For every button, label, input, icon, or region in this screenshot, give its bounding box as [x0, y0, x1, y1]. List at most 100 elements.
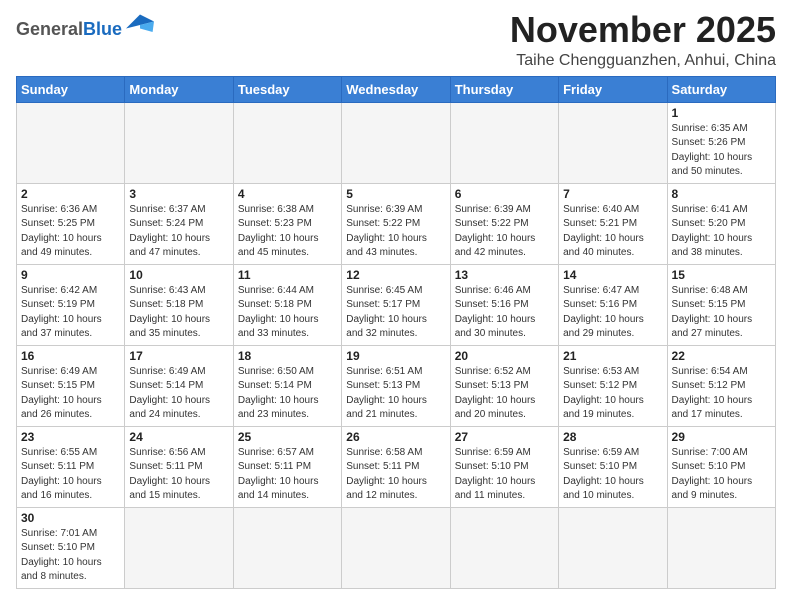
- day-info: Sunrise: 6:38 AMSunset: 5:23 PMDaylight:…: [238, 203, 337, 261]
- day-number: 17: [129, 349, 228, 363]
- day-number: 16: [21, 349, 120, 363]
- day-info: Sunrise: 6:57 AMSunset: 5:11 PMDaylight:…: [238, 446, 337, 504]
- calendar-week-4: 16 Sunrise: 6:49 AMSunset: 5:15 PMDayligh…: [17, 345, 776, 426]
- calendar-cell: 15Sunrise: 6:48 AMSunset: 5:15 PMDayligh…: [667, 264, 775, 345]
- calendar-cell: 28Sunrise: 6:59 AMSunset: 5:10 PMDayligh…: [559, 426, 667, 507]
- day-number: 8: [672, 187, 771, 201]
- day-info: Sunrise: 6:40 AMSunset: 5:21 PMDaylight:…: [563, 203, 662, 261]
- calendar-cell: [342, 507, 450, 588]
- day-number: 20: [455, 349, 554, 363]
- calendar-cell: 10 Sunrise: 6:43 AMSunset: 5:18 PMDayligh…: [125, 264, 233, 345]
- calendar-cell: [233, 102, 341, 183]
- day-info: Sunrise: 6:46 AMSunset: 5:16 PMDaylight:…: [455, 284, 554, 342]
- logo-area: General Blue: [16, 10, 154, 38]
- calendar-cell: [125, 507, 233, 588]
- calendar-week-1: 1Sunrise: 6:35 AMSunset: 5:26 PMDaylight…: [17, 102, 776, 183]
- day-number: 24: [129, 430, 228, 444]
- calendar-cell: 25 Sunrise: 6:57 AMSunset: 5:11 PMDayligh…: [233, 426, 341, 507]
- day-info: Sunrise: 6:41 AMSunset: 5:20 PMDaylight:…: [672, 203, 771, 261]
- calendar-cell: 22 Sunrise: 6:54 AMSunset: 5:12 PMDayligh…: [667, 345, 775, 426]
- logo: General Blue: [16, 14, 154, 38]
- day-info: Sunrise: 6:58 AMSunset: 5:11 PMDaylight:…: [346, 446, 445, 504]
- calendar-cell: 9 Sunrise: 6:42 AMSunset: 5:19 PMDaylight…: [17, 264, 125, 345]
- month-title: November 2025: [510, 10, 776, 50]
- calendar-cell: 30 Sunrise: 7:01 AMSunset: 5:10 PMDayligh…: [17, 507, 125, 588]
- calendar-cell: 3Sunrise: 6:37 AMSunset: 5:24 PMDaylight…: [125, 183, 233, 264]
- calendar-cell: 13 Sunrise: 6:46 AMSunset: 5:16 PMDayligh…: [450, 264, 558, 345]
- day-info: Sunrise: 6:43 AMSunset: 5:18 PMDaylight:…: [129, 284, 228, 342]
- calendar-cell: 7 Sunrise: 6:40 AMSunset: 5:21 PMDaylight…: [559, 183, 667, 264]
- calendar-cell: 1Sunrise: 6:35 AMSunset: 5:26 PMDaylight…: [667, 102, 775, 183]
- logo-general-text: General: [16, 20, 83, 38]
- calendar-cell: 2 Sunrise: 6:36 AMSunset: 5:25 PMDaylight…: [17, 183, 125, 264]
- day-number: 22: [672, 349, 771, 363]
- day-info: Sunrise: 6:52 AMSunset: 5:13 PMDaylight:…: [455, 365, 554, 423]
- calendar-header-monday: Monday: [125, 76, 233, 102]
- calendar-cell: [342, 102, 450, 183]
- calendar-cell: 5 Sunrise: 6:39 AMSunset: 5:22 PMDaylight…: [342, 183, 450, 264]
- day-number: 19: [346, 349, 445, 363]
- day-info: Sunrise: 6:53 AMSunset: 5:12 PMDaylight:…: [563, 365, 662, 423]
- calendar-header-tuesday: Tuesday: [233, 76, 341, 102]
- calendar-cell: [233, 507, 341, 588]
- calendar-cell: 27 Sunrise: 6:59 AMSunset: 5:10 PMDayligh…: [450, 426, 558, 507]
- day-number: 4: [238, 187, 337, 201]
- day-info: Sunrise: 6:54 AMSunset: 5:12 PMDaylight:…: [672, 365, 771, 423]
- day-info: Sunrise: 7:01 AMSunset: 5:10 PMDaylight:…: [21, 527, 120, 585]
- calendar-cell: [559, 507, 667, 588]
- day-number: 30: [21, 511, 120, 525]
- day-info: Sunrise: 6:37 AMSunset: 5:24 PMDaylight:…: [129, 203, 228, 261]
- day-info: Sunrise: 6:49 AMSunset: 5:14 PMDaylight:…: [129, 365, 228, 423]
- title-area: November 2025 Taihe Chengguanzhen, Anhui…: [510, 10, 776, 70]
- day-info: Sunrise: 7:00 AMSunset: 5:10 PMDaylight:…: [672, 446, 771, 504]
- day-number: 13: [455, 268, 554, 282]
- day-number: 2: [21, 187, 120, 201]
- day-number: 18: [238, 349, 337, 363]
- calendar-header-friday: Friday: [559, 76, 667, 102]
- day-info: Sunrise: 6:55 AMSunset: 5:11 PMDaylight:…: [21, 446, 120, 504]
- calendar-cell: [667, 507, 775, 588]
- location-title: Taihe Chengguanzhen, Anhui, China: [510, 52, 776, 70]
- day-info: Sunrise: 6:59 AMSunset: 5:10 PMDaylight:…: [455, 446, 554, 504]
- day-number: 10: [129, 268, 228, 282]
- calendar-header-saturday: Saturday: [667, 76, 775, 102]
- calendar-cell: 26 Sunrise: 6:58 AMSunset: 5:11 PMDayligh…: [342, 426, 450, 507]
- day-number: 27: [455, 430, 554, 444]
- day-number: 15: [672, 268, 771, 282]
- day-info: Sunrise: 6:35 AMSunset: 5:26 PMDaylight:…: [672, 122, 771, 180]
- day-info: Sunrise: 6:42 AMSunset: 5:19 PMDaylight:…: [21, 284, 120, 342]
- calendar-cell: [125, 102, 233, 183]
- day-number: 23: [21, 430, 120, 444]
- calendar-cell: [450, 102, 558, 183]
- day-number: 7: [563, 187, 662, 201]
- day-info: Sunrise: 6:49 AMSunset: 5:15 PMDaylight:…: [21, 365, 120, 423]
- calendar-cell: 20 Sunrise: 6:52 AMSunset: 5:13 PMDayligh…: [450, 345, 558, 426]
- day-info: Sunrise: 6:45 AMSunset: 5:17 PMDaylight:…: [346, 284, 445, 342]
- calendar-week-5: 23 Sunrise: 6:55 AMSunset: 5:11 PMDayligh…: [17, 426, 776, 507]
- calendar-cell: 16 Sunrise: 6:49 AMSunset: 5:15 PMDayligh…: [17, 345, 125, 426]
- calendar-cell: 17 Sunrise: 6:49 AMSunset: 5:14 PMDayligh…: [125, 345, 233, 426]
- day-number: 25: [238, 430, 337, 444]
- day-number: 9: [21, 268, 120, 282]
- calendar-cell: [450, 507, 558, 588]
- calendar-cell: 24Sunrise: 6:56 AMSunset: 5:11 PMDayligh…: [125, 426, 233, 507]
- calendar-cell: 23 Sunrise: 6:55 AMSunset: 5:11 PMDayligh…: [17, 426, 125, 507]
- day-number: 5: [346, 187, 445, 201]
- calendar-week-3: 9 Sunrise: 6:42 AMSunset: 5:19 PMDaylight…: [17, 264, 776, 345]
- day-info: Sunrise: 6:39 AMSunset: 5:22 PMDaylight:…: [346, 203, 445, 261]
- calendar-header-thursday: Thursday: [450, 76, 558, 102]
- day-number: 11: [238, 268, 337, 282]
- day-number: 21: [563, 349, 662, 363]
- calendar-cell: 8 Sunrise: 6:41 AMSunset: 5:20 PMDaylight…: [667, 183, 775, 264]
- day-info: Sunrise: 6:39 AMSunset: 5:22 PMDaylight:…: [455, 203, 554, 261]
- day-info: Sunrise: 6:51 AMSunset: 5:13 PMDaylight:…: [346, 365, 445, 423]
- logo-blue-text: Blue: [83, 20, 122, 38]
- day-number: 28: [563, 430, 662, 444]
- calendar-cell: 4 Sunrise: 6:38 AMSunset: 5:23 PMDaylight…: [233, 183, 341, 264]
- calendar-cell: [559, 102, 667, 183]
- calendar-cell: 11Sunrise: 6:44 AMSunset: 5:18 PMDayligh…: [233, 264, 341, 345]
- day-info: Sunrise: 6:36 AMSunset: 5:25 PMDaylight:…: [21, 203, 120, 261]
- day-number: 26: [346, 430, 445, 444]
- calendar-header-row: SundayMondayTuesdayWednesdayThursdayFrid…: [17, 76, 776, 102]
- logo-bird-icon: [126, 14, 154, 36]
